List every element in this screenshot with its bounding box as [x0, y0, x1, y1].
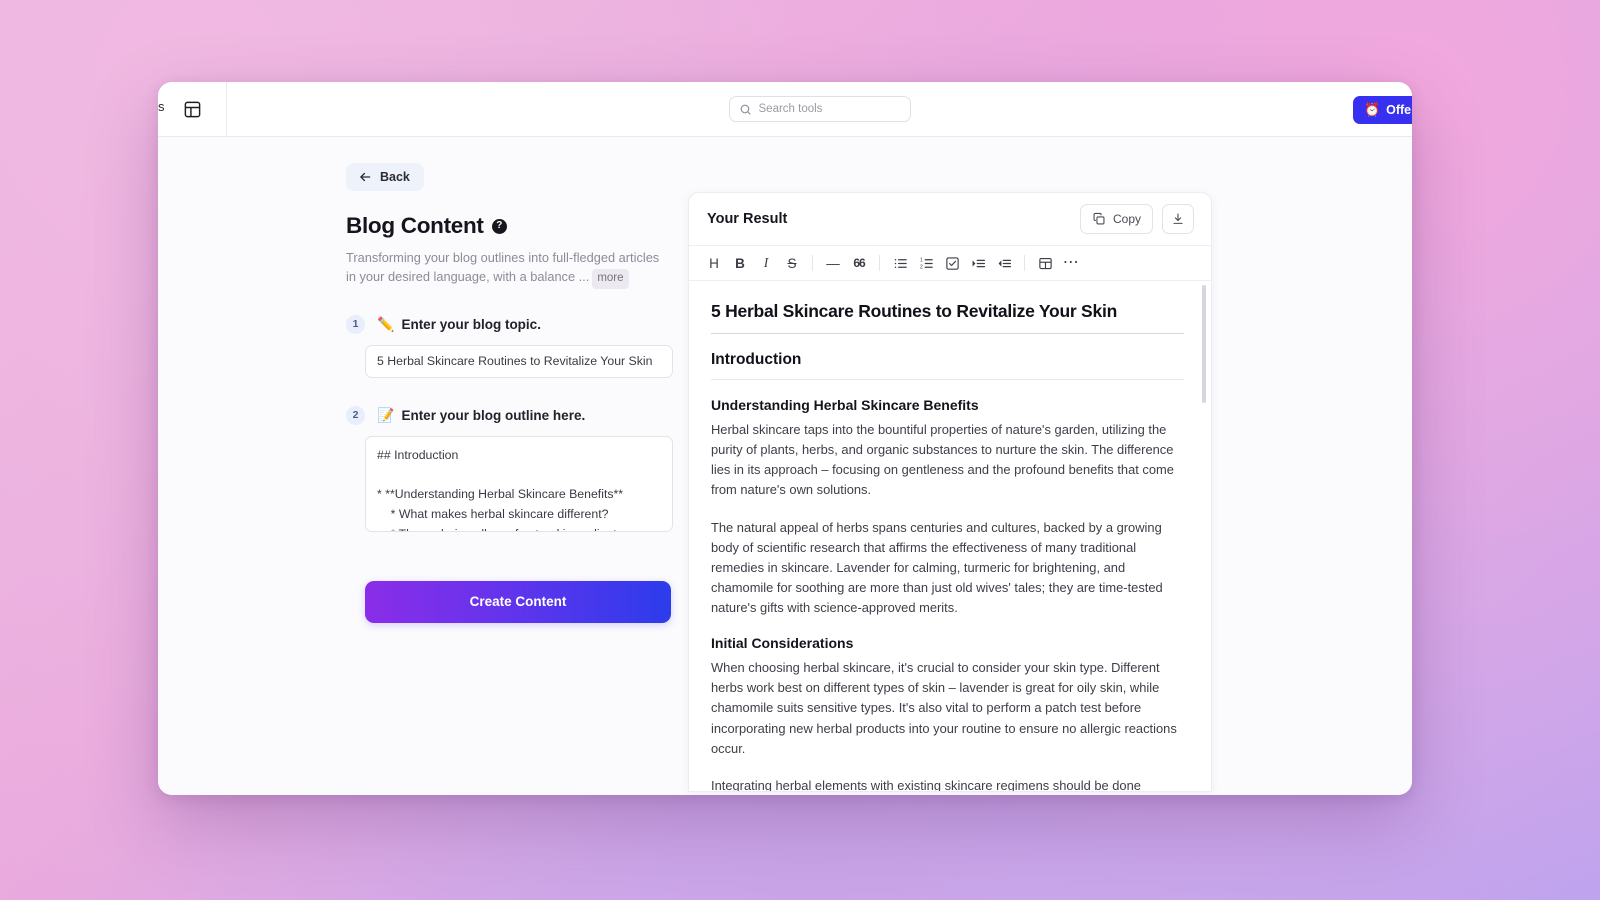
blog-topic-input[interactable]: [365, 344, 673, 378]
back-button[interactable]: Back: [346, 163, 424, 191]
toolbar-outdent-button[interactable]: [991, 250, 1017, 276]
pencil-icon: ✏️: [377, 315, 395, 332]
toolbar-blockquote-button[interactable]: 66: [846, 250, 872, 276]
sidebar-toggle-button[interactable]: [158, 82, 227, 137]
result-panel: Your Result Copy H B I S — 66 1 2 ⋯ 5 He…: [688, 192, 1212, 792]
toolbar-italic-button[interactable]: I: [753, 250, 779, 276]
app-window: s ⏰ Offer: [158, 82, 1412, 795]
tool-description: Transforming your blog outlines into ful…: [346, 248, 662, 289]
blog-outline-textarea[interactable]: [365, 435, 673, 532]
search-area: [227, 96, 1412, 122]
toolbar-separator-2: [879, 255, 880, 271]
document-scrollbar-thumb[interactable]: [1202, 285, 1206, 403]
clipped-edge-text: s: [158, 100, 165, 114]
tool-form-panel: Back Blog Content ? Transforming your bl…: [346, 137, 673, 623]
step-1: 1 ✏️ Enter your blog topic.: [346, 314, 666, 334]
document-subheading-2: Initial Considerations: [711, 635, 854, 652]
arrow-left-icon: [360, 172, 371, 182]
copy-button-label: Copy: [1112, 212, 1141, 226]
search-input[interactable]: [758, 103, 901, 115]
download-button[interactable]: [1162, 204, 1194, 234]
document-scroll-area[interactable]: 5 Herbal Skincare Routines to Revitalize…: [689, 281, 1211, 792]
table-icon: [1038, 257, 1052, 269]
document-paragraph-2: The natural appeal of herbs spans centur…: [711, 519, 1163, 616]
outdent-icon: [998, 259, 1011, 267]
numbered-list-icon: 1 2: [919, 257, 933, 270]
offer-button[interactable]: ⏰ Offer: [1352, 95, 1412, 124]
document-section-introduction: Introduction: [711, 351, 1184, 380]
step-2-label: 📝 Enter your blog outline here.: [377, 407, 585, 424]
checklist-icon: [945, 256, 959, 270]
search-tools-box[interactable]: [728, 96, 911, 122]
toolbar-separator-3: [1024, 255, 1025, 271]
toolbar-strikethrough-button[interactable]: S: [779, 250, 805, 276]
main-content: Back Blog Content ? Transforming your bl…: [158, 137, 1412, 795]
copy-button[interactable]: Copy: [1079, 204, 1153, 234]
svg-text:1: 1: [919, 257, 922, 263]
toolbar-checklist-button[interactable]: [939, 250, 965, 276]
alarm-clock-icon: ⏰: [1363, 102, 1381, 117]
document-paragraph-3: When choosing herbal skincare, it's cruc…: [711, 660, 1177, 756]
step-1-label: ✏️ Enter your blog topic.: [377, 316, 541, 333]
toolbar-heading-button[interactable]: H: [701, 250, 727, 276]
page-title: Blog Content ?: [346, 213, 666, 239]
result-document: 5 Herbal Skincare Routines to Revitalize…: [689, 281, 1211, 792]
step-2-number: 2: [346, 405, 365, 425]
document-paragraph-1: Herbal skincare taps into the bountiful …: [711, 422, 1174, 498]
step-2-label-text: Enter your blog outline here.: [401, 407, 586, 423]
help-icon[interactable]: ?: [491, 218, 507, 234]
create-content-button[interactable]: Create Content: [365, 580, 671, 623]
result-title: Your Result: [707, 211, 788, 227]
back-button-label: Back: [380, 170, 410, 184]
search-icon: [740, 104, 751, 115]
top-bar-actions: ⏰ Offer: [1352, 82, 1412, 137]
copy-icon: [1093, 212, 1105, 225]
result-header: Your Result Copy: [689, 193, 1211, 245]
toolbar-table-button[interactable]: [1032, 250, 1058, 276]
toolbar-bulleted-list-button[interactable]: [887, 250, 913, 276]
toolbar-bold-button[interactable]: B: [727, 250, 753, 276]
step-1-label-text: Enter your blog topic.: [401, 316, 541, 332]
top-bar: s ⏰ Offer: [158, 82, 1412, 137]
document-subheading-1: Understanding Herbal Skincare Benefits: [711, 397, 979, 413]
document-paragraph-4: Integrating herbal elements with existin…: [711, 777, 1141, 792]
indent-icon: [972, 259, 985, 267]
svg-text:2: 2: [919, 264, 922, 270]
document-title: 5 Herbal Skincare Routines to Revitalize…: [711, 301, 1184, 334]
bulleted-list-icon: [894, 258, 907, 268]
toolbar-horizontal-rule-button[interactable]: —: [820, 250, 846, 276]
editor-toolbar: H B I S — 66 1 2 ⋯: [689, 245, 1211, 281]
more-toggle[interactable]: more: [592, 269, 629, 289]
step-2: 2 📝 Enter your blog outline here.: [346, 405, 666, 425]
toolbar-numbered-list-button[interactable]: 1 2: [913, 250, 939, 276]
toolbar-indent-button[interactable]: [965, 250, 991, 276]
offer-button-label: Offer: [1386, 102, 1412, 117]
page-title-text: Blog Content: [346, 213, 484, 238]
step-1-number: 1: [346, 314, 365, 334]
toolbar-separator-1: [812, 255, 813, 271]
download-icon: [1173, 213, 1183, 224]
panel-layout-icon: [184, 101, 200, 117]
memo-icon: 📝: [377, 406, 395, 423]
toolbar-more-button[interactable]: ⋯: [1058, 250, 1084, 276]
